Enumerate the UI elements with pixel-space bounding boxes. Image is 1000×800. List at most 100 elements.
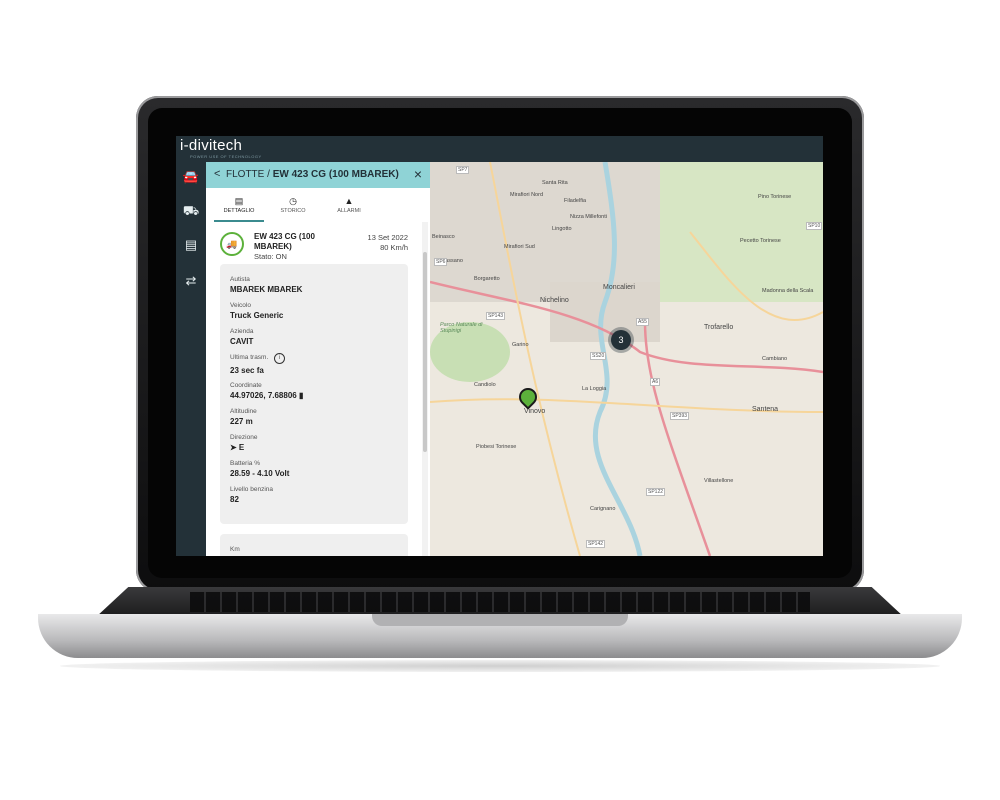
map-label: Santa Rita bbox=[542, 180, 568, 186]
field-label: Azienda bbox=[230, 328, 254, 335]
field-label: Altitudine bbox=[230, 408, 257, 415]
tab-label: DETTAGLIO bbox=[223, 208, 255, 214]
panel-tabs: ▤ DETTAGLIO ◷ STORICO ▲ ALLARMI bbox=[206, 192, 430, 222]
road-tag: SP143 bbox=[486, 312, 506, 320]
map-label: La Loggia bbox=[582, 386, 607, 392]
vehicle-front-icon[interactable]: ⛟ bbox=[181, 202, 201, 220]
back-icon[interactable]: < bbox=[214, 168, 220, 180]
map-label: Villastellone bbox=[704, 478, 734, 484]
field-value: MBAREK MBAREK bbox=[230, 285, 303, 294]
map-label: Filadelfia bbox=[564, 198, 587, 204]
map-label: Madonna della Scala bbox=[762, 288, 814, 294]
vehicle-speed: 80 Km/h bbox=[380, 243, 408, 252]
laptop-notch bbox=[372, 614, 628, 626]
bell-icon: ▲ bbox=[344, 196, 354, 206]
panel-scrollbar[interactable] bbox=[422, 222, 428, 556]
road-tag: SP122 bbox=[646, 488, 666, 496]
tab-dettaglio[interactable]: ▤ DETTAGLIO bbox=[214, 192, 264, 222]
road-tag: SP10 bbox=[806, 222, 823, 230]
close-icon[interactable]: × bbox=[414, 166, 422, 182]
field-value: 23 sec fa bbox=[230, 366, 264, 375]
map-label: Moncalieri bbox=[603, 284, 635, 291]
tab-label: STORICO bbox=[280, 208, 306, 214]
field-autista: Autista MBAREK MBAREK bbox=[230, 276, 302, 294]
map-label: Candiolo bbox=[474, 382, 496, 388]
vehicle-date: 13 Set 2022 bbox=[367, 233, 408, 242]
km-card: Km bbox=[220, 534, 408, 556]
map-view[interactable]: Santa Rita Mirafiori Nord Filadelfia Niz… bbox=[430, 162, 823, 556]
field-batteria: Batteria % 28.59 - 4.10 Volt bbox=[230, 460, 289, 478]
truck-icon: 🚚 bbox=[220, 232, 244, 256]
info-icon[interactable]: i bbox=[274, 353, 286, 364]
map-park-label: Parco Naturale di Stupinigi bbox=[440, 322, 483, 334]
clock-icon: ◷ bbox=[289, 196, 297, 206]
field-coordinate: Coordinate 44.97026, 7.68806 ▮ bbox=[230, 382, 303, 400]
map-label: Pino Torinese bbox=[758, 194, 792, 200]
road-tag: SP142 bbox=[586, 540, 606, 548]
field-value: 82 bbox=[230, 495, 239, 504]
tab-allarmi[interactable]: ▲ ALLARMI bbox=[324, 192, 374, 220]
field-veicolo: Veicolo Truck Generic bbox=[230, 302, 283, 320]
field-value: 227 m bbox=[230, 417, 253, 426]
field-value: 28.59 - 4.10 Volt bbox=[230, 469, 290, 478]
road-tag: SS20 bbox=[590, 352, 607, 360]
breadcrumb: FLOTTE / EW 423 CG (100 MBAREK) bbox=[226, 169, 399, 180]
map-label: Cambiano bbox=[762, 356, 788, 362]
map-label: Pecetto Torinese bbox=[740, 238, 781, 244]
breadcrumb-current: EW 423 CG (100 MBAREK) bbox=[272, 169, 399, 180]
vehicle-summary[interactable]: 🚚 EW 423 CG (100 MBAREK) Stato: ON 13 Se… bbox=[206, 226, 420, 264]
tab-storico[interactable]: ◷ STORICO bbox=[268, 192, 318, 220]
map-label: Carignano bbox=[590, 506, 616, 512]
coordinate-value: 44.97026, 7.68806 bbox=[230, 391, 297, 400]
field-value: 44.97026, 7.68806 ▮ bbox=[230, 391, 303, 400]
sidebar: 🚘 ⛟ ▤ ⇄ bbox=[176, 162, 206, 556]
car-icon[interactable]: 🚘 bbox=[181, 168, 201, 186]
map-label: Santena bbox=[752, 406, 779, 413]
map-label: Mirafiori Sud bbox=[504, 244, 535, 250]
map-label: Trofarello bbox=[704, 324, 734, 331]
road-tag: SP6 bbox=[434, 258, 448, 266]
map-label: Borgaretto bbox=[474, 276, 500, 282]
field-label: Livello benzina bbox=[230, 486, 274, 493]
map-label: Lingotto bbox=[552, 226, 572, 232]
panel-header: < FLOTTE / EW 423 CG (100 MBAREK) × bbox=[206, 162, 430, 188]
field-ultima-trasmissione: Ultima trasm. i 23 sec fa bbox=[230, 353, 286, 375]
field-label: Autista bbox=[230, 276, 250, 283]
map-label: Mirafiori Nord bbox=[510, 192, 544, 198]
app-logo[interactable]: i-divitech bbox=[180, 137, 242, 154]
scrollbar-thumb[interactable] bbox=[423, 252, 427, 452]
app-logo-tagline: POWER USE OF TECHNOLOGY bbox=[190, 154, 262, 159]
app-topbar: i-divitech POWER USE OF TECHNOLOGY bbox=[176, 136, 823, 162]
vehicle-name: EW 423 CG (100 MBAREK) bbox=[254, 232, 315, 251]
field-azienda: Azienda CAVIT bbox=[230, 328, 254, 346]
laptop-keyboard bbox=[190, 592, 810, 612]
field-label: Batteria % bbox=[230, 460, 260, 467]
field-value: CAVIT bbox=[230, 337, 254, 346]
km-label: Km bbox=[230, 546, 240, 553]
field-label: Coordinate bbox=[230, 382, 262, 389]
document-icon[interactable]: ▤ bbox=[181, 236, 201, 254]
field-altitudine: Altitudine 227 m bbox=[230, 408, 257, 426]
field-direzione: Direzione ➤ E bbox=[230, 434, 257, 452]
map-label: Garino bbox=[512, 342, 529, 348]
vehicle-cluster[interactable]: 3 bbox=[611, 330, 631, 350]
laptop-shadow bbox=[60, 660, 940, 672]
detail-card: Autista MBAREK MBAREK Veicolo Truck Gene… bbox=[220, 264, 408, 524]
field-label: Direzione bbox=[230, 434, 258, 441]
tab-label: ALLARMI bbox=[337, 208, 361, 214]
clipboard-icon: ▤ bbox=[234, 196, 244, 206]
road-tag: SP393 bbox=[670, 412, 690, 420]
vehicle-state: Stato: ON bbox=[254, 252, 287, 261]
map-icon[interactable]: ▮ bbox=[299, 391, 303, 400]
route-icon[interactable]: ⇄ bbox=[181, 272, 201, 290]
field-value: Truck Generic bbox=[230, 311, 284, 320]
breadcrumb-root[interactable]: FLOTTE / bbox=[226, 169, 270, 180]
field-value: ➤ E bbox=[230, 443, 245, 452]
road-tag: A6 bbox=[650, 378, 661, 386]
field-label: Veicolo bbox=[230, 302, 251, 309]
vehicle-detail-panel: < FLOTTE / EW 423 CG (100 MBAREK) × ▤ DE… bbox=[206, 162, 430, 556]
map-urban-south bbox=[550, 282, 660, 342]
map-label: Piobesi Torinese bbox=[476, 444, 517, 450]
field-label-text: Ultima trasm. bbox=[230, 354, 269, 361]
map-label: Nizza Millefonti bbox=[570, 214, 607, 220]
